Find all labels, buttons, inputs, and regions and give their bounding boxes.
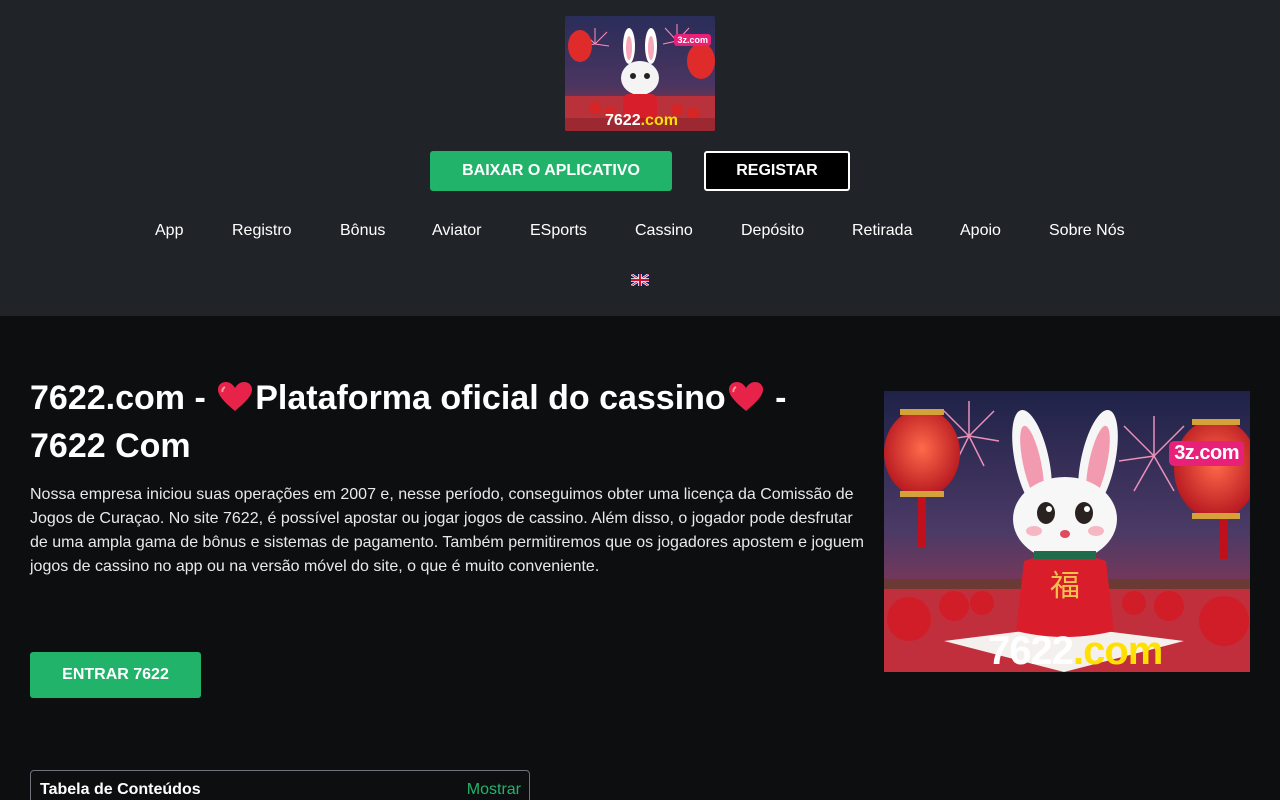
hero-badge: 3z.com [1169,441,1244,466]
nav-item-registro[interactable]: Registro [232,218,292,244]
nav-item-app[interactable]: App [155,218,183,244]
enter-button[interactable]: ENTRAR 7622 [30,652,201,698]
nav-item-deposito[interactable]: Depósito [741,218,804,244]
download-app-button[interactable]: BAIXAR O APLICATIVO [430,151,672,191]
nav-item-esports[interactable]: ESports [530,218,587,244]
nav-item-apoio[interactable]: Apoio [960,218,1001,244]
nav-item-cassino[interactable]: Cassino [635,218,693,244]
hero-site-name: 7622.com [988,629,1163,672]
site-header: 3z.com 7622.com BAIXAR O APLICATIVO REGI… [0,0,1280,316]
logo-site-prefix: 7622 [605,112,641,129]
logo-site-name: 7622.com [605,112,678,130]
title-site-name: 7622.com - [30,379,216,417]
main-nav: App Registro Bônus Aviator ESports Cassi… [0,218,1280,244]
hero-fu-glyph: 福 [1050,569,1080,604]
nav-item-retirada[interactable]: Retirada [852,218,912,244]
logo-badge: 3z.com [674,34,711,46]
nav-item-sobre-nos[interactable]: Sobre Nós [1049,218,1125,244]
title-main-text: Plataforma oficial do cassino [255,379,726,417]
intro-paragraph: Nossa empresa iniciou suas operações em … [30,486,864,575]
heart-icon [218,382,253,411]
hero-image: 福 3z.com 7622.com [884,391,1250,672]
site-logo[interactable]: 3z.com 7622.com [565,16,715,131]
logo-site-suffix: .com [640,112,678,129]
hero-site-prefix: 7622 [988,629,1074,672]
nav-item-aviator[interactable]: Aviator [432,218,482,244]
heart-icon [728,382,763,411]
table-of-contents: Tabela de Conteúdos Mostrar [30,770,530,800]
uk-flag-icon[interactable] [630,273,650,287]
toc-show-toggle[interactable]: Mostrar [467,781,521,799]
hero-site-suffix: .com [1072,629,1163,672]
toc-title: Tabela de Conteúdos [40,781,201,798]
register-button[interactable]: REGISTAR [704,151,850,191]
nav-item-bonus[interactable]: Bônus [340,218,385,244]
page-title: 7622.com - Plataforma oficial do cassino… [30,374,860,470]
